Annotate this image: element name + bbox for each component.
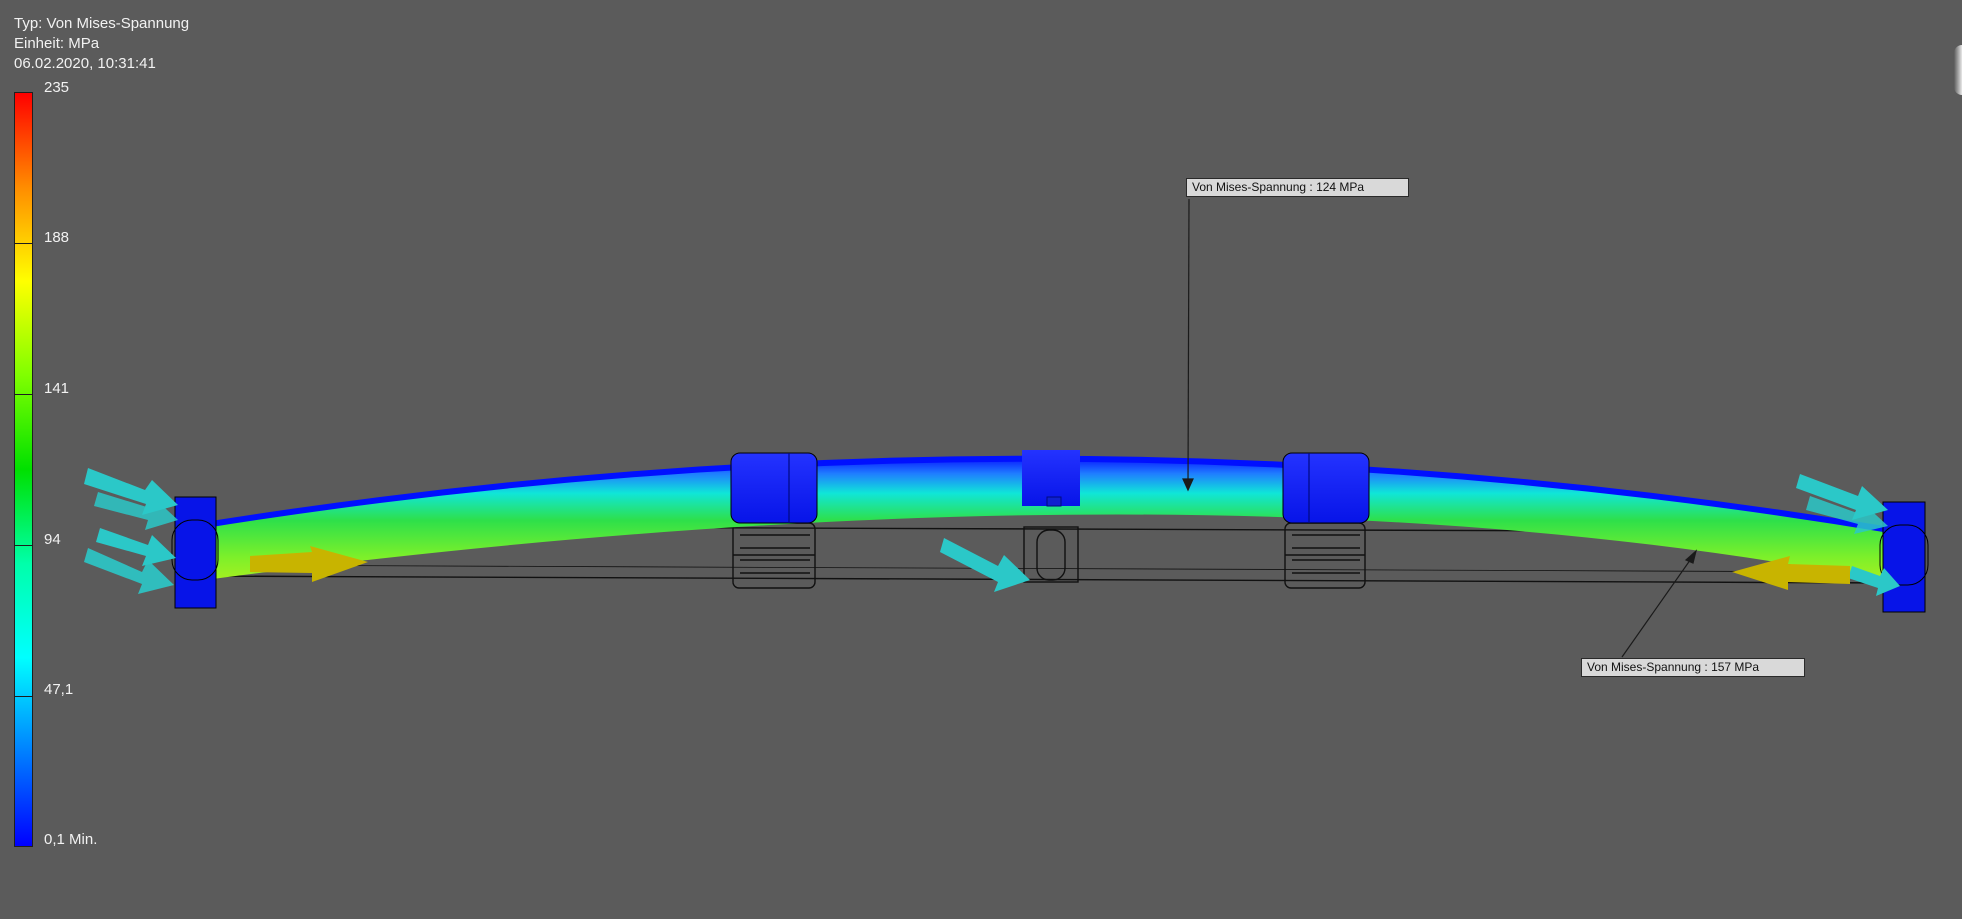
cyan-force-arrow-icon [940,538,1030,592]
nut-right [1282,452,1370,524]
probe-leaders [1182,198,1698,658]
nut-left [730,452,818,524]
probe-callout[interactable]: Von Mises-Spannung : 157 MPa [1581,658,1805,677]
fea-viewport[interactable]: Typ: Von Mises-Spannung Einheit: MPa 06.… [0,0,1962,919]
center-block-slot [1046,496,1062,507]
end-fitting-left [171,496,219,609]
cyan-force-arrow-icon [84,468,178,594]
viewcube-edge[interactable] [1954,45,1962,95]
model-view[interactable] [0,0,1962,919]
end-fitting-right [1879,501,1929,613]
probe-callout[interactable]: Von Mises-Spannung : 124 MPa [1186,178,1409,197]
